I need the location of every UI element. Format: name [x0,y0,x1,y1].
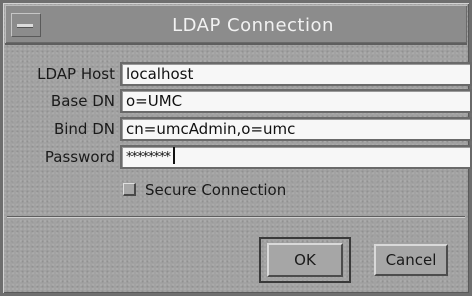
cancel-button[interactable]: Cancel [374,244,448,276]
window-menu-bar-glyph [17,24,33,28]
password-label: Password [44,148,115,166]
title-bar[interactable]: LDAP Connection [5,5,467,45]
base-dn-input[interactable]: o=UMC [120,89,472,113]
ldap-host-label: LDAP Host [37,65,115,83]
password-input[interactable]: ******** [120,145,472,169]
secure-connection-checkbox[interactable] [123,183,136,196]
window-title: LDAP Connection [172,15,334,36]
text-cursor [173,147,175,164]
bind-dn-value: cn=umcAdmin,o=umc [126,120,296,138]
base-dn-label: Base DN [50,92,115,110]
ok-button[interactable]: OK [267,243,343,277]
base-dn-value: o=UMC [126,92,183,110]
ldap-connection-dialog: LDAP Connection LDAP Host localhost Base… [0,0,472,296]
ldap-host-input[interactable]: localhost [120,62,472,86]
secure-connection-label: Secure Connection [145,181,287,199]
window-menu-icon[interactable] [11,13,41,37]
bind-dn-input[interactable]: cn=umcAdmin,o=umc [120,117,472,141]
ldap-host-value: localhost [126,65,194,83]
bind-dn-label: Bind DN [53,120,115,138]
dialog-separator [7,216,465,218]
password-value: ******** [126,150,171,165]
